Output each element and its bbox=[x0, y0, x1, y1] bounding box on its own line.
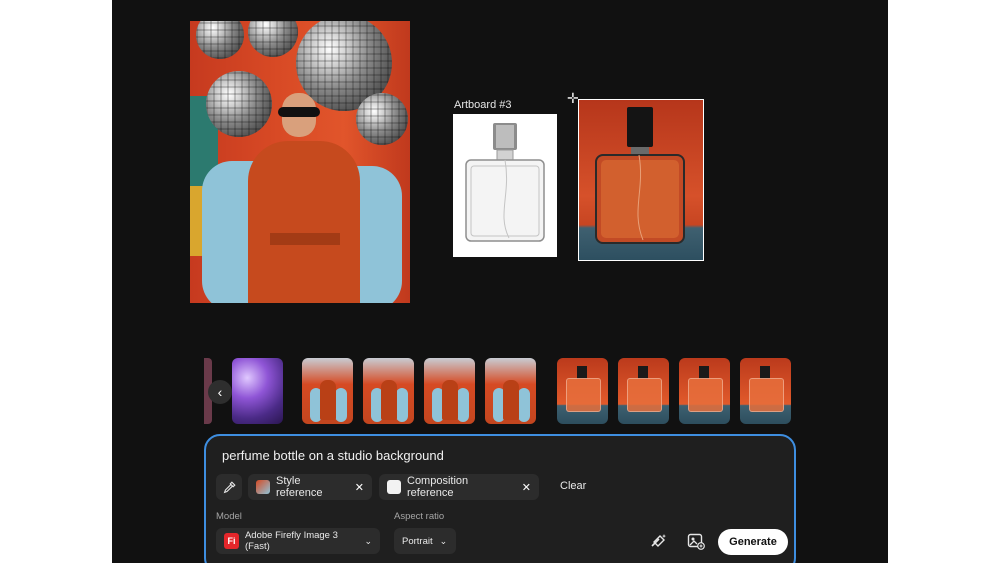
aspect-ratio-label: Aspect ratio bbox=[394, 511, 445, 522]
eyedropper-button[interactable] bbox=[216, 474, 242, 500]
style-reference-thumbnail bbox=[256, 480, 270, 494]
style-reference-chip[interactable]: Style reference ✕ bbox=[248, 474, 372, 500]
thumb-perfume-4[interactable] bbox=[740, 358, 791, 424]
model-value: Adobe Firefly Image 3 (Fast) bbox=[244, 530, 338, 552]
chevron-down-icon: ⌄ bbox=[439, 535, 448, 546]
thumb-perfume-1[interactable] bbox=[557, 358, 608, 424]
firefly-canvas: Artboard #3 ✛ ‹ perfume bottle on a stud… bbox=[112, 0, 888, 563]
eyedropper-icon bbox=[223, 480, 236, 493]
thumb-fashion-3[interactable] bbox=[424, 358, 475, 424]
composition-reference-thumbnail bbox=[387, 480, 401, 494]
style-reference-image[interactable] bbox=[190, 21, 410, 303]
coat-belt bbox=[270, 233, 340, 245]
artboard-label: Artboard #3 bbox=[454, 99, 512, 111]
aspect-ratio-value: Portrait bbox=[402, 535, 433, 547]
prompt-input[interactable]: perfume bottle on a studio background bbox=[222, 448, 782, 463]
orange-coat bbox=[248, 141, 360, 303]
composition-reference-chip[interactable]: Composition reference ✕ bbox=[379, 474, 539, 500]
image-reference-button[interactable] bbox=[686, 531, 706, 551]
disco-ball bbox=[248, 21, 298, 57]
generate-button[interactable]: Generate bbox=[718, 529, 788, 555]
composition-reference-label: Composition reference bbox=[407, 475, 469, 499]
model-dropdown[interactable]: Fi Adobe Firefly Image 3 (Fast) ⌄ bbox=[216, 528, 380, 554]
close-icon[interactable]: ✕ bbox=[522, 481, 531, 494]
effects-button[interactable] bbox=[649, 531, 669, 551]
artboard-perfume-red[interactable] bbox=[578, 99, 704, 261]
crosshair-cursor-icon: ✛ bbox=[567, 90, 579, 106]
artboard-perfume-white[interactable] bbox=[453, 114, 557, 257]
model-label: Model bbox=[216, 511, 242, 522]
chevron-left-icon[interactable]: ‹ bbox=[208, 380, 232, 404]
aspect-ratio-dropdown[interactable]: Portrait ⌄ bbox=[394, 528, 456, 554]
thumb-fashion-1[interactable] bbox=[302, 358, 353, 424]
perfume-bottle-clear bbox=[465, 123, 545, 242]
clear-button[interactable]: Clear bbox=[560, 480, 586, 492]
chevron-down-icon: ⌄ bbox=[364, 535, 372, 546]
style-reference-label: Style reference bbox=[276, 475, 323, 499]
close-icon[interactable]: ✕ bbox=[355, 481, 364, 494]
sunglasses bbox=[278, 107, 320, 117]
disco-ball bbox=[206, 71, 272, 137]
thumb-perfume-3[interactable] bbox=[679, 358, 730, 424]
thumb-fashion-2[interactable] bbox=[363, 358, 414, 424]
firefly-logo-icon: Fi bbox=[224, 533, 239, 549]
thumb-perfume-2[interactable] bbox=[618, 358, 669, 424]
disco-ball bbox=[196, 21, 244, 59]
image-reference-icon bbox=[687, 533, 705, 550]
perfume-bottle-red bbox=[595, 107, 685, 244]
prompt-panel: perfume bottle on a studio background St… bbox=[204, 434, 796, 563]
thumb-fashion-4[interactable] bbox=[485, 358, 536, 424]
thumb-disco-ball[interactable] bbox=[232, 358, 283, 424]
wand-icon bbox=[651, 534, 666, 547]
disco-ball bbox=[356, 93, 408, 145]
